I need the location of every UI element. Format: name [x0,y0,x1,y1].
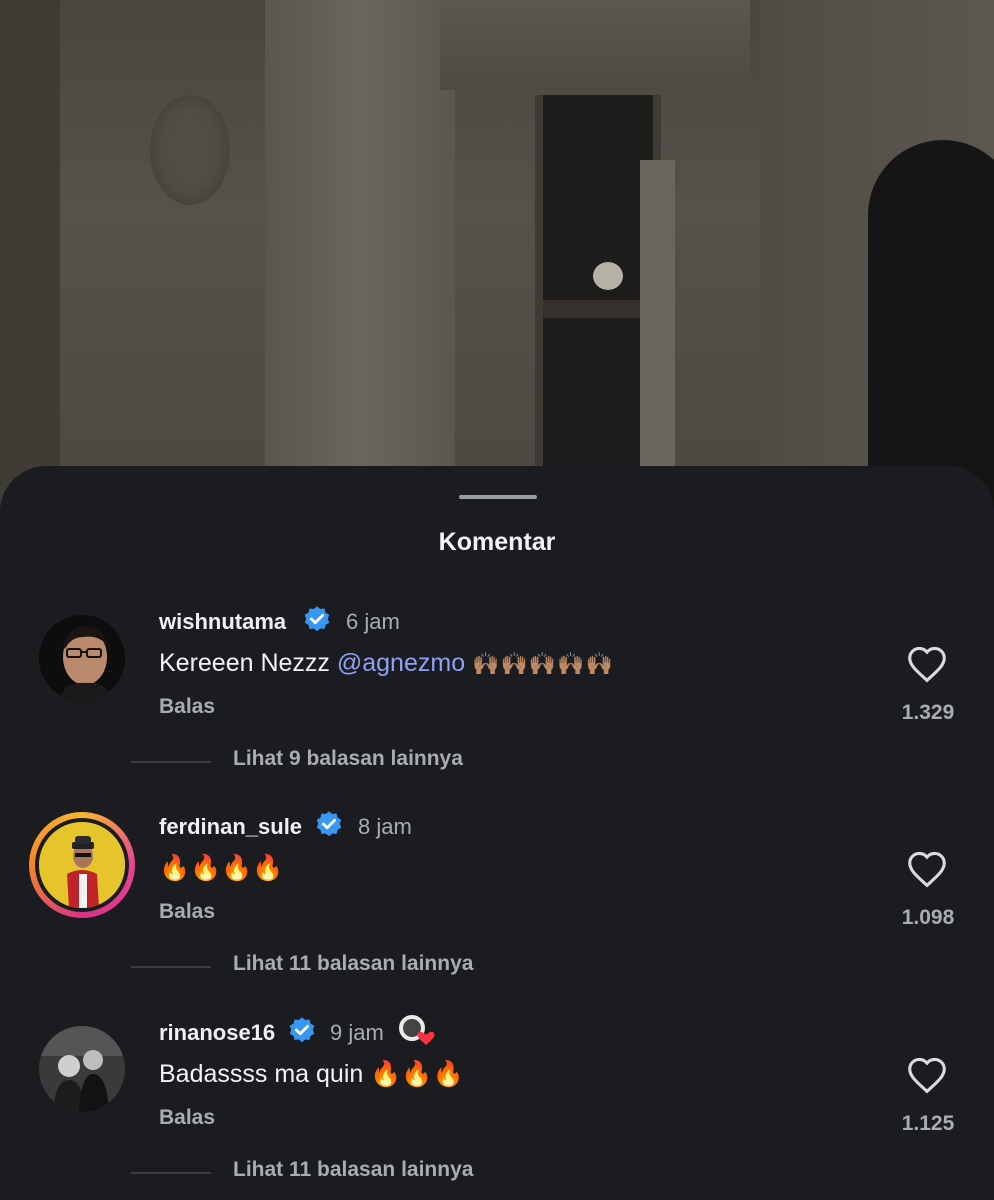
creator-liked-heart-icon [397,1013,435,1045]
heart-outline-icon[interactable] [906,1056,948,1094]
bg-medallion [150,95,230,205]
reply-button[interactable]: Balas [159,1106,215,1130]
comment-time: 9 jam [330,1020,384,1045]
bg-lamp [593,262,623,290]
comment-item: wishnutama 6 jam Kereeen Nezzz @agnezmo … [0,606,994,775]
verified-badge-icon [304,606,330,632]
heart-outline-icon[interactable] [906,645,948,683]
avatar-image [39,615,125,701]
username[interactable]: wishnutama [159,609,286,635]
comment-item: ferdinan_sule 8 jam 🔥🔥🔥🔥 Balas 1.098 Lih… [0,811,994,980]
reply-button[interactable]: Balas [159,695,215,719]
comment-emoji: 🙌🏽🙌🏽🙌🏽🙌🏽🙌🏽 [472,651,615,676]
reply-button[interactable]: Balas [159,900,215,924]
like-count: 1.098 [901,906,955,929]
comment-item: rinanose16 9 jam Badassss ma quin 🔥🔥🔥 Ba… [0,1013,994,1186]
bg-arch [868,140,994,520]
like-count: 1.125 [901,1112,955,1135]
bg-wall [0,0,60,520]
divider-line [131,966,211,968]
comment-text: 🔥🔥🔥🔥 [159,854,284,882]
drag-handle[interactable] [459,495,537,499]
avatar-story-ring[interactable] [29,812,135,918]
like-count: 1.329 [901,701,955,724]
comment-text: Badassss ma quin 🔥🔥🔥 [159,1060,464,1088]
comment-time: 6 jam [346,609,400,634]
bg-pillar [265,0,455,520]
username[interactable]: ferdinan_sule [159,814,302,840]
view-more-replies-button[interactable]: Lihat 11 balasan lainnya [233,952,473,976]
mention-link[interactable]: @agnezmo [337,649,465,677]
comments-sheet: Komentar wishnutama 6 jam Kereeen Nezzz … [0,466,994,1200]
view-more-replies-button[interactable]: Lihat 11 balasan lainnya [233,1158,473,1182]
avatar[interactable] [39,615,125,701]
video-background[interactable] [0,0,994,520]
heart-outline-icon[interactable] [906,850,948,888]
comment-body: Kereeen Nezzz [159,649,337,677]
divider-line [131,1172,211,1174]
verified-badge-icon [289,1017,315,1043]
username[interactable]: rinanose16 [159,1020,275,1046]
comment-text: Kereeen Nezzz @agnezmo 🙌🏽🙌🏽🙌🏽🙌🏽🙌🏽 [159,649,614,678]
view-more-replies-button[interactable]: Lihat 9 balasan lainnya [233,747,463,771]
divider-line [131,761,211,763]
avatar-image [39,822,125,908]
avatar-image [39,1026,125,1112]
comment-time: 8 jam [358,814,412,839]
avatar[interactable] [39,1026,125,1112]
verified-badge-icon [316,811,342,837]
bg-cornice [440,0,750,90]
sheet-title: Komentar [438,528,556,556]
